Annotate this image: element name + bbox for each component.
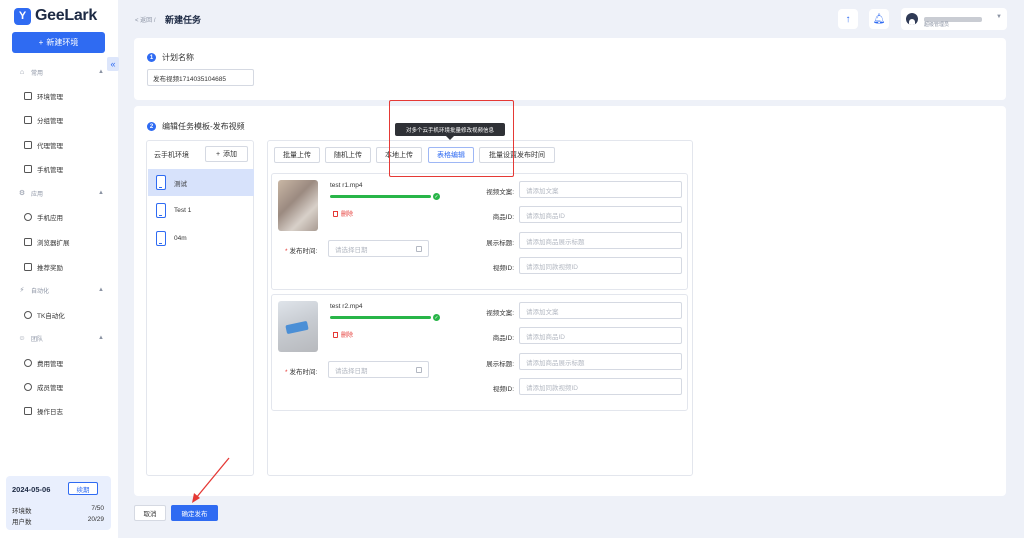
annotation-arrow (192, 457, 230, 503)
